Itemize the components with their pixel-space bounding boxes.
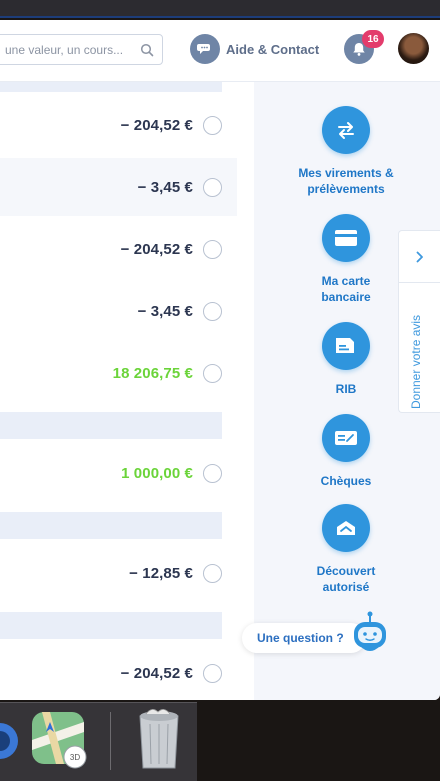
overdraft-icon <box>322 504 370 552</box>
help-contact-button[interactable]: Aide & Contact <box>190 34 319 64</box>
date-group-header <box>0 82 222 92</box>
dock-separator <box>110 712 111 770</box>
date-group-header <box>0 612 222 639</box>
transaction-row[interactable]: − 204,52 € <box>0 644 237 700</box>
select-radio[interactable] <box>203 463 222 483</box>
transactions-list: − 204,52 € − 3,45 € − 204,52 € − 3,45 € … <box>0 82 254 700</box>
transaction-row[interactable]: − 204,52 € <box>0 220 237 278</box>
action-label: Ma carte bancaire <box>321 274 371 304</box>
chatbot-icon[interactable] <box>349 610 391 660</box>
action-cheques[interactable]: Chèques <box>254 414 438 489</box>
trash-icon[interactable] <box>134 706 184 772</box>
feedback-tab[interactable]: Donner votre avis <box>398 230 440 413</box>
chat-label: Une question ? <box>257 631 344 645</box>
transaction-amount: − 204,52 € <box>120 116 193 134</box>
cheque-icon <box>322 414 370 462</box>
svg-text:3D: 3D <box>70 753 80 762</box>
transaction-row[interactable]: 18 206,75 € <box>0 344 237 402</box>
search-input[interactable]: une valeur, un cours... <box>0 34 163 65</box>
date-group-header <box>0 412 222 439</box>
action-label: Chèques <box>320 474 372 488</box>
chevron-right-icon[interactable] <box>399 231 440 283</box>
transaction-row[interactable]: − 3,45 € <box>0 282 237 340</box>
transaction-row[interactable]: − 3,45 € <box>0 158 237 216</box>
transaction-amount: − 3,45 € <box>137 302 193 320</box>
avatar[interactable] <box>398 33 429 64</box>
transaction-amount: − 204,52 € <box>120 240 193 258</box>
date-group-header <box>0 512 222 539</box>
transaction-row[interactable]: − 12,85 € <box>0 544 237 602</box>
notifications-badge: 16 <box>362 30 384 48</box>
select-radio[interactable] <box>203 115 222 135</box>
chat-bubble-icon <box>190 34 220 64</box>
select-radio[interactable] <box>203 363 222 383</box>
action-label: Découvert autorisé <box>316 564 376 594</box>
select-radio[interactable] <box>203 663 222 683</box>
transaction-amount: − 12,85 € <box>129 564 193 582</box>
action-label: Mes virements & prélèvements <box>298 166 394 196</box>
maps-icon[interactable]: 3D <box>30 710 92 770</box>
header: une valeur, un cours... Aide & Contact 1… <box>0 20 440 82</box>
chat-question-button[interactable]: Une question ? <box>242 623 366 653</box>
rib-icon <box>322 322 370 370</box>
card-icon <box>322 214 370 262</box>
select-radio[interactable] <box>203 563 222 583</box>
help-contact-label: Aide & Contact <box>226 41 320 57</box>
select-radio[interactable] <box>203 301 222 321</box>
search-icon[interactable] <box>140 43 154 57</box>
transaction-amount: − 204,52 € <box>120 664 193 682</box>
transfer-icon <box>322 106 370 154</box>
select-radio[interactable] <box>203 177 222 197</box>
transaction-amount: 1 000,00 € <box>121 464 193 482</box>
transaction-amount: − 3,45 € <box>137 178 193 196</box>
search-placeholder: une valeur, un cours... <box>5 43 124 57</box>
action-virements[interactable]: Mes virements & prélèvements <box>254 106 438 197</box>
bank-window: une valeur, un cours... Aide & Contact 1… <box>0 20 440 700</box>
system-top-bar <box>0 0 440 18</box>
transaction-amount: 18 206,75 € <box>112 364 193 382</box>
action-decouvert[interactable]: Découvert autorisé <box>254 504 438 595</box>
quicktime-icon[interactable] <box>0 710 20 772</box>
transaction-row[interactable]: − 204,52 € <box>0 96 237 154</box>
action-label: RIB <box>335 382 357 396</box>
select-radio[interactable] <box>203 239 222 259</box>
feedback-label: Donner votre avis <box>409 314 423 409</box>
transaction-row[interactable]: 1 000,00 € <box>0 444 237 502</box>
